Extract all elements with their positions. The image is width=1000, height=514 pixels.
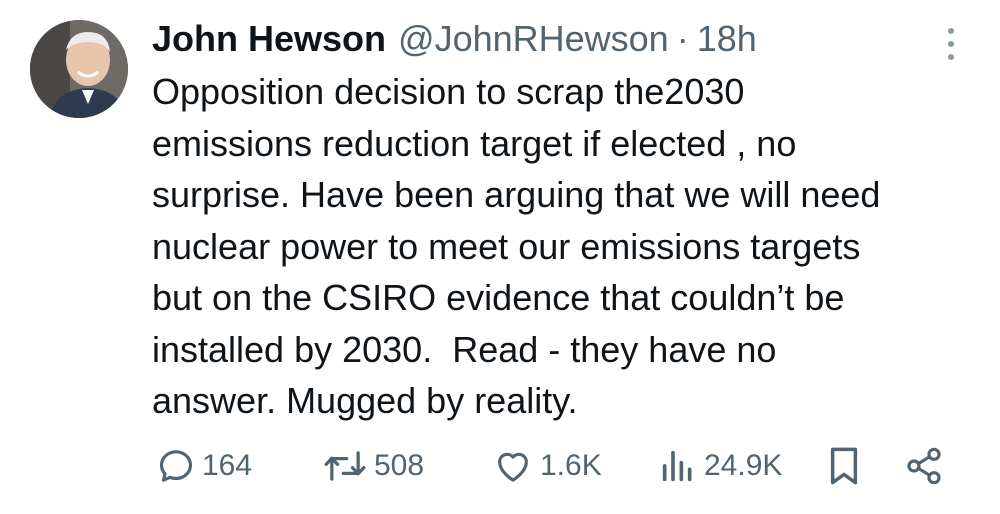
bookmark-button[interactable]: [826, 440, 862, 492]
tweet-text: Opposition decision to scrap the2030 emi…: [152, 71, 881, 421]
share-icon: [907, 447, 941, 485]
repost-button[interactable]: 508: [322, 440, 424, 492]
tweet-header: John Hewson @JohnRHewson · 18h: [152, 14, 757, 64]
bookmark-icon: [830, 447, 858, 485]
views-count: 24.9K: [704, 449, 783, 482]
reply-button[interactable]: 164: [156, 440, 252, 492]
views-icon: [662, 450, 692, 482]
tweet-actions: 164 508 1.6K 24.9K: [152, 440, 962, 492]
more-icon-dot: [948, 41, 954, 47]
timestamp[interactable]: 18h: [697, 14, 757, 64]
author-handle[interactable]: @JohnRHewson: [398, 14, 669, 64]
more-icon: [948, 28, 954, 34]
reply-count: 164: [202, 449, 253, 482]
avatar[interactable]: [30, 20, 128, 118]
views-button[interactable]: 24.9K: [658, 440, 782, 492]
reply-icon: [159, 450, 193, 482]
separator-dot: ·: [676, 18, 689, 59]
more-icon-dot: [948, 54, 954, 60]
share-button[interactable]: [904, 440, 944, 492]
avatar-image: [30, 20, 128, 118]
author-name[interactable]: John Hewson: [152, 14, 386, 64]
repost-count: 508: [374, 449, 425, 482]
like-icon: [498, 452, 528, 482]
repost-icon: [324, 451, 366, 481]
like-count: 1.6K: [540, 449, 602, 482]
more-options-button[interactable]: [936, 24, 966, 64]
like-button[interactable]: 1.6K: [492, 440, 602, 492]
